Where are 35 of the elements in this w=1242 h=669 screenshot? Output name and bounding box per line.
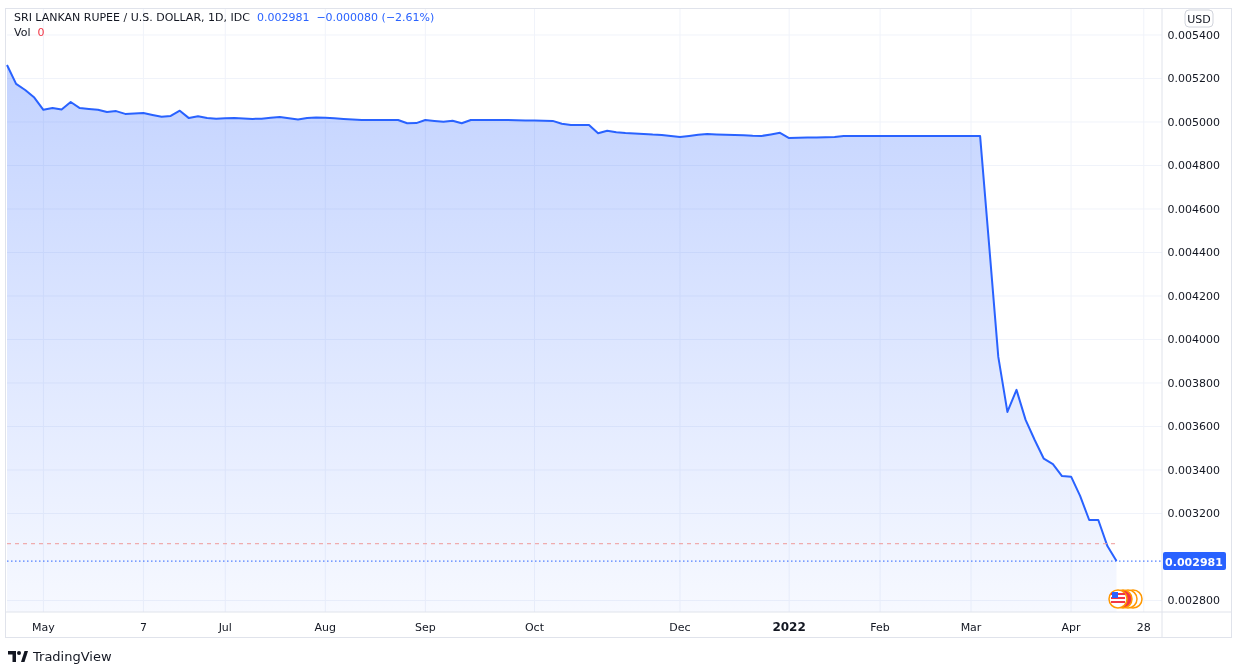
volume-value: 0 xyxy=(37,26,45,39)
y-axis-label: 0.004600 xyxy=(1167,202,1220,216)
last-price-badge: 0.002981 xyxy=(1163,552,1226,571)
events-icon[interactable] xyxy=(1108,589,1143,609)
y-axis-label: 0.003800 xyxy=(1167,376,1220,390)
y-axis-label: 0.005400 xyxy=(1167,28,1220,42)
symbol-title: SRI LANKAN RUPEE / U.S. DOLLAR, 1D, IDC xyxy=(14,11,250,24)
currency-button[interactable]: USD xyxy=(1184,9,1214,28)
x-axis-label: 7 xyxy=(139,621,147,634)
x-axis-label: Sep xyxy=(415,621,436,634)
y-axis-label: 0.004200 xyxy=(1167,289,1220,303)
x-axis-label: Oct xyxy=(524,621,544,634)
tradingview-logo-icon[interactable] xyxy=(8,651,28,662)
x-axis-label: Mar xyxy=(960,621,982,634)
x-axis-label: 28 xyxy=(1136,621,1151,634)
x-axis-label: Dec xyxy=(669,621,691,634)
x-axis-label: 2022 xyxy=(772,620,806,634)
y-axis-label: 0.002800 xyxy=(1167,594,1220,608)
y-axis-label: 0.005200 xyxy=(1167,72,1220,86)
y-axis-label: 0.004800 xyxy=(1167,159,1220,173)
x-axis-label: Feb xyxy=(870,621,890,634)
last-price-value: 0.002981 xyxy=(256,11,310,24)
price-change-value: −0.000080 (−2.61%) xyxy=(316,11,435,24)
brand-name[interactable]: TradingView xyxy=(33,649,112,664)
volume-label: Vol xyxy=(14,26,31,39)
y-axis-label: 0.003200 xyxy=(1167,507,1220,521)
x-axis-label: Jul xyxy=(218,621,232,634)
y-axis-label: 0.003600 xyxy=(1167,420,1220,434)
y-axis-label: 0.004400 xyxy=(1167,246,1220,260)
y-axis-label: 0.004000 xyxy=(1167,333,1220,347)
x-axis-label: Aug xyxy=(314,621,337,634)
x-axis-label: Apr xyxy=(1061,621,1081,634)
y-axis-label: 0.003400 xyxy=(1167,463,1220,477)
x-axis-label: May xyxy=(32,621,55,634)
y-axis-label: 0.005000 xyxy=(1167,115,1220,129)
